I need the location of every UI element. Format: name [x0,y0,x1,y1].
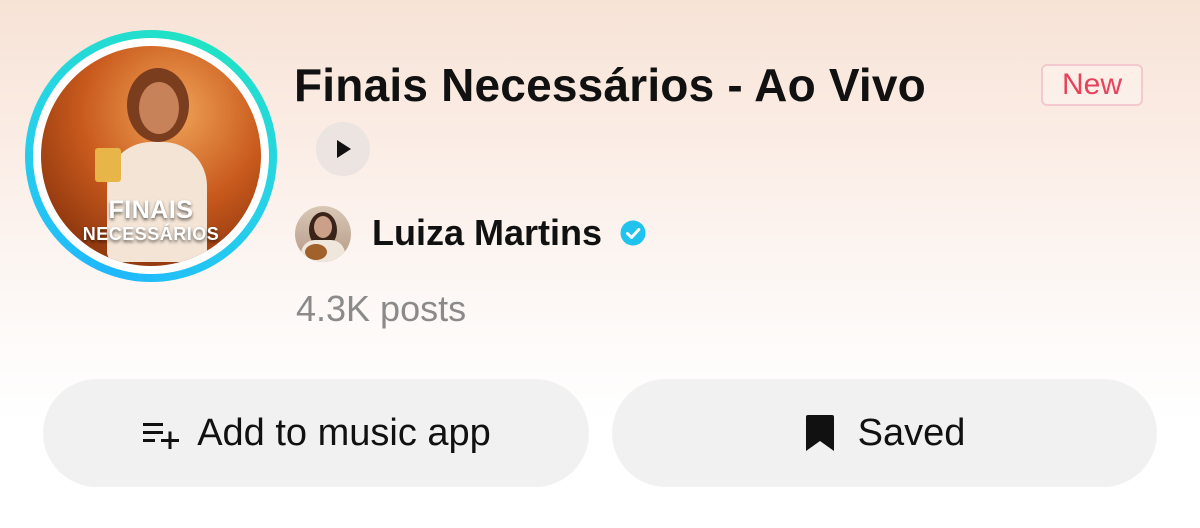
new-badge: New [1041,64,1143,106]
avatar-guitar [305,244,327,260]
add-to-music-app-button[interactable]: Add to music app [43,379,589,487]
avatar-face [314,216,332,238]
playlist-cover[interactable]: FINAIS NECESSÁRIOS [25,30,277,282]
cover-ring-gap: FINAIS NECESSÁRIOS [33,38,269,274]
play-button[interactable] [316,122,370,176]
posts-count: 4.3K posts [296,288,467,329]
artist-name-link[interactable]: Luiza Martins [372,212,602,254]
verified-badge-icon [620,220,646,246]
cover-art-image: FINAIS NECESSÁRIOS [41,46,261,266]
artist-avatar[interactable] [295,206,351,262]
saved-button[interactable]: Saved [612,379,1157,487]
cover-text-line1: FINAIS [108,196,194,224]
bookmark-icon [805,415,834,451]
playlist-title: Finais Necessários - Ao Vivo [294,59,926,111]
cover-figure-face [139,82,179,134]
cover-cup [95,148,121,182]
play-icon [337,140,351,158]
saved-button-label: Saved [857,411,966,454]
cover-text-line2: NECESSÁRIOS [82,224,220,244]
playlist-add-icon [143,423,180,449]
add-button-label: Add to music app [197,411,491,454]
